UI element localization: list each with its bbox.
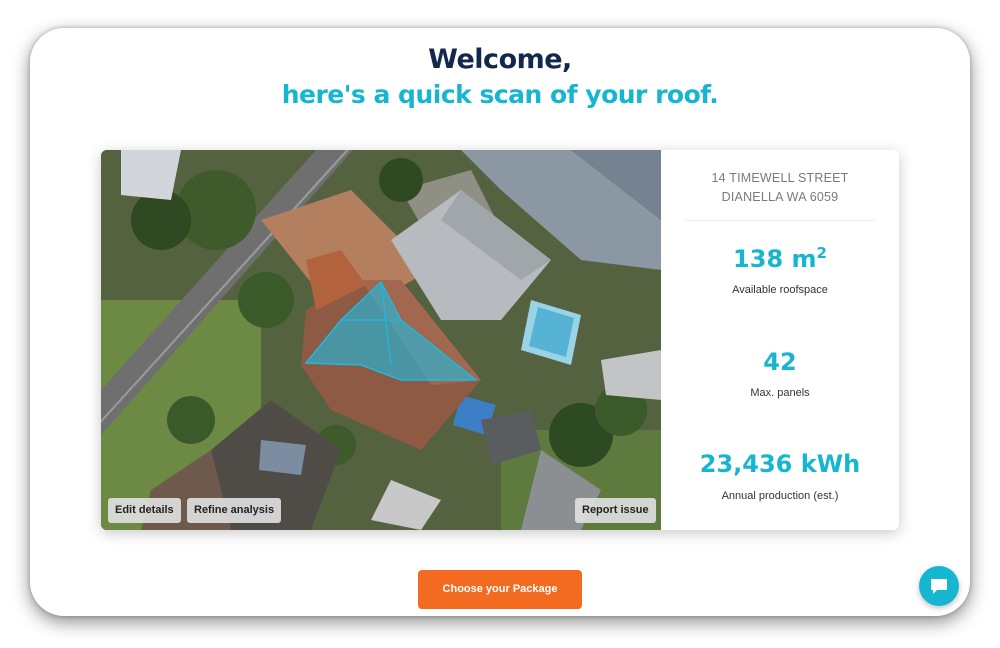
report-issue-button[interactable]: Report issue <box>575 498 656 523</box>
edit-details-button[interactable]: Edit details <box>108 498 181 523</box>
chat-button[interactable] <box>919 566 959 606</box>
main-card-frame: Welcome, here's a quick scan of your roo… <box>30 28 970 616</box>
roofspace-number: 138 m <box>733 245 817 273</box>
roof-stats-panel: 14 TIMEWELL STREET DIANELLA WA 6059 138 … <box>661 150 899 530</box>
aerial-map[interactable]: Edit details Refine analysis Report issu… <box>101 150 661 530</box>
annual-production-value: 23,436 kWh <box>699 450 861 478</box>
chat-bubble-icon <box>931 579 947 594</box>
roofspace-value: 138 m2 <box>661 244 899 273</box>
roof-scan-card: Edit details Refine analysis Report issu… <box>101 150 899 530</box>
stats-divider <box>685 220 875 221</box>
address-line-1: 14 TIMEWELL STREET <box>711 171 849 185</box>
welcome-heading: Welcome, <box>428 44 572 75</box>
max-panels-value: 42 <box>763 348 797 376</box>
annual-production-label: Annual production (est.) <box>721 490 839 502</box>
choose-package-button[interactable]: Choose your Package <box>418 570 582 609</box>
roofspace-unit-superscript: 2 <box>816 244 827 262</box>
address-line-2: DIANELLA WA 6059 <box>721 190 839 204</box>
aerial-map-image <box>101 150 661 530</box>
refine-analysis-button[interactable]: Refine analysis <box>187 498 282 523</box>
property-address: 14 TIMEWELL STREET DIANELLA WA 6059 <box>661 169 899 207</box>
max-panels-label: Max. panels <box>750 387 810 399</box>
roofspace-label: Available roofspace <box>732 284 828 296</box>
welcome-subheading: here's a quick scan of your roof. <box>281 80 719 109</box>
